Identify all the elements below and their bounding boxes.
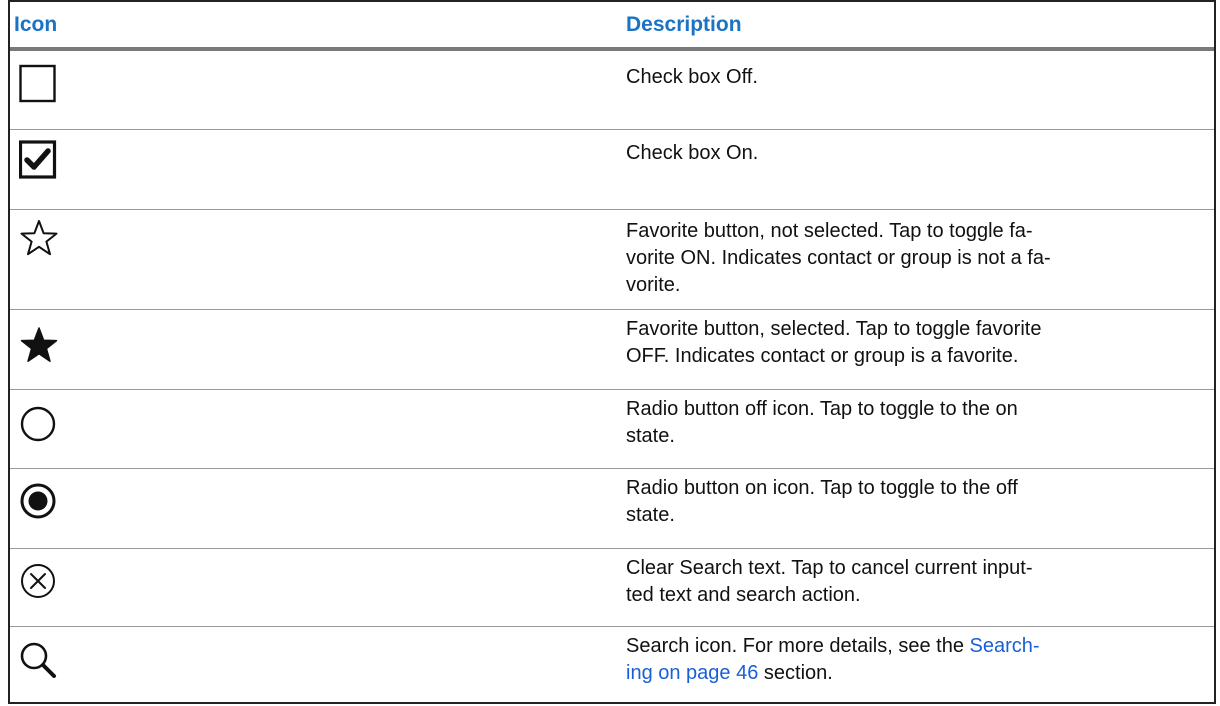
table-row: Radio button off icon. Tap to toggle to … (10, 390, 1214, 469)
table-row: Radio button on icon. Tap to toggle to t… (10, 469, 1214, 549)
table-row: Favorite button, not selected. Tap to to… (10, 210, 1214, 310)
row-description: Clear Search text. Tap to cancel current… (626, 557, 1033, 606)
table-row: Favorite button, selected. Tap to toggle… (10, 310, 1214, 390)
table-row: Search icon. For more details, see the S… (10, 627, 1214, 704)
star-filled-icon (19, 325, 59, 365)
header-description-label: Description (626, 13, 742, 36)
row-description: Favorite button, not selected. Tap to to… (626, 220, 1051, 296)
checkbox-off-icon (19, 64, 59, 104)
row-description: Radio button on icon. Tap to toggle to t… (626, 477, 1018, 526)
row-description-text: Search icon. For more details, see the (626, 635, 970, 657)
table-header: Icon Description (10, 2, 1214, 51)
row-description: Check box On. (626, 142, 759, 164)
table-row: Check box On. (10, 130, 1214, 210)
star-outline-icon (19, 218, 59, 258)
radio-off-icon (19, 404, 59, 444)
row-description: Radio button off icon. Tap to toggle to … (626, 398, 1018, 447)
row-description: Check box Off. (626, 66, 758, 88)
radio-on-icon (19, 481, 59, 521)
icon-description-table: Icon Description Check box Off. Check bo… (8, 0, 1216, 704)
search-icon (19, 641, 59, 681)
row-description: Search icon. For more details, see the S… (626, 633, 1186, 687)
header-icon-label: Icon (14, 13, 58, 36)
clear-search-icon (19, 561, 59, 601)
checkbox-on-icon (19, 140, 59, 180)
table-row: Check box Off. (10, 51, 1214, 130)
row-description-text-end: section. (758, 662, 833, 684)
table-row: Clear Search text. Tap to cancel current… (10, 549, 1214, 627)
row-description: Favorite button, selected. Tap to toggle… (626, 318, 1042, 367)
